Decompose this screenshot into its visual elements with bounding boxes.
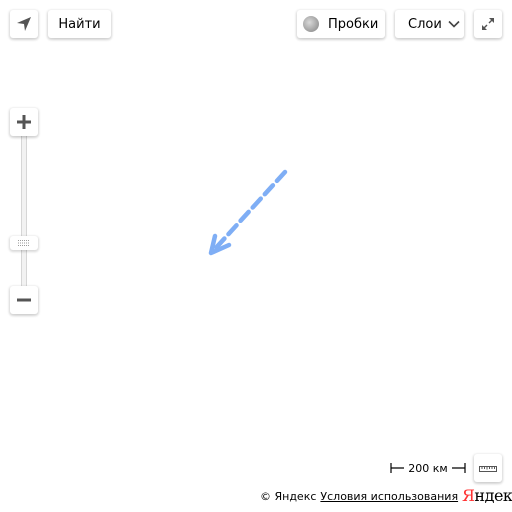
route-arrow (208, 169, 288, 256)
copyright-bar: © Яндекс Условия использования (260, 488, 458, 504)
map-container[interactable]: Найти Пробки Слои 200 км © Яндекс Услови… (0, 0, 512, 512)
copyright-text: © Яндекс (260, 489, 317, 503)
ruler-icon (479, 463, 497, 473)
scale-line: 200 км (390, 460, 466, 476)
logo-rest: ндекс (474, 486, 512, 505)
terms-link[interactable]: Условия использования (320, 490, 458, 503)
yandex-logo[interactable]: Яндекс (462, 486, 512, 505)
logo-first-letter: Я (462, 486, 475, 505)
scale-right-cap (451, 463, 466, 473)
scale-label: 200 км (408, 461, 448, 475)
ruler-button[interactable] (474, 454, 502, 482)
scale-left-cap (390, 463, 405, 473)
